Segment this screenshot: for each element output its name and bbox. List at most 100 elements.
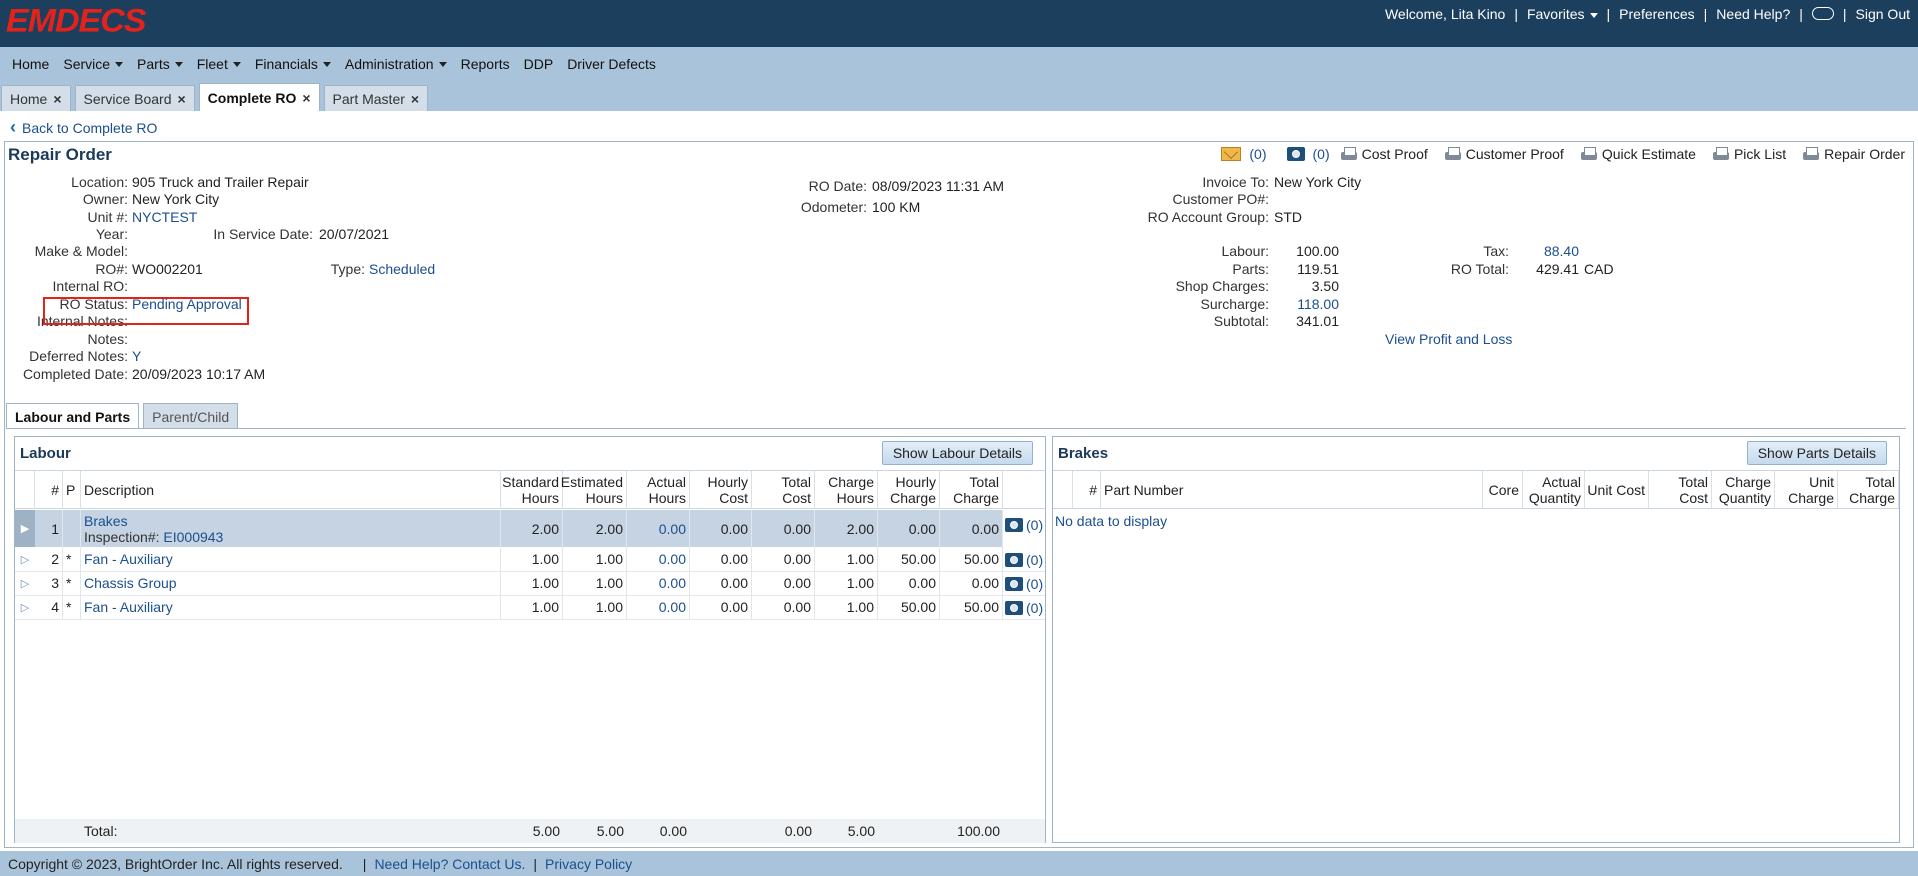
menu-financials[interactable]: Financials	[255, 56, 331, 72]
close-icon[interactable]: ×	[302, 90, 310, 106]
photo-action[interactable]: (0)	[1286, 146, 1330, 162]
col-description[interactable]: Description	[81, 471, 501, 509]
actual-hours-link[interactable]: 0.00	[627, 571, 690, 595]
col-unit-charge[interactable]: Unit Charge	[1775, 471, 1838, 509]
row-description-link[interactable]: Fan - Auxiliary	[81, 595, 501, 619]
col-total-cost[interactable]: Total Cost	[752, 471, 815, 509]
parts-total-label: Parts:	[1232, 261, 1269, 277]
col-standard-hours[interactable]: Standard Hours	[501, 471, 563, 509]
sign-out-link[interactable]: Sign Out	[1856, 6, 1910, 22]
menu-service[interactable]: Service	[63, 56, 124, 72]
inspection-link[interactable]: EI000943	[163, 529, 223, 545]
email-action[interactable]: (0)	[1221, 146, 1267, 162]
repair-order-print-button[interactable]: Repair Order	[1802, 146, 1905, 162]
favorites-menu[interactable]: Favorites	[1527, 6, 1598, 22]
close-icon[interactable]: ×	[177, 91, 185, 107]
cost-proof-button[interactable]: Cost Proof	[1340, 146, 1428, 162]
unit-link[interactable]: NYCTEST	[132, 209, 197, 225]
col-core[interactable]: Core	[1483, 471, 1523, 509]
row-photo-link[interactable]: (0)	[1005, 600, 1043, 616]
charge-hours: 2.00	[815, 510, 878, 547]
menu-administration[interactable]: Administration	[345, 56, 447, 72]
row-description-link[interactable]: Fan - Auxiliary	[81, 547, 501, 571]
customer-proof-button[interactable]: Customer Proof	[1444, 146, 1564, 162]
row-description-link[interactable]: Brakes	[84, 513, 128, 529]
col-estimated-hours[interactable]: Estimated Hours	[561, 471, 627, 509]
divider	[15, 619, 1045, 620]
col-total-charge[interactable]: Total Charge	[1838, 471, 1899, 509]
expand-row-icon[interactable]: ▶	[15, 510, 35, 547]
table-row[interactable]: ▷ 2 * Fan - Auxiliary 1.00 1.00 0.00 0.0…	[15, 547, 1003, 571]
back-link[interactable]: ‹ Back to Complete RO	[10, 117, 157, 138]
col-total-cost[interactable]: Total Cost	[1649, 471, 1712, 509]
tab-part-master[interactable]: Part Master ×	[323, 85, 429, 111]
expand-row-icon[interactable]: ▷	[15, 595, 35, 619]
table-row[interactable]: ▶ 1 Brakes Inspection#: EI000943 2.00 2.…	[15, 510, 1003, 547]
status-highlight	[43, 297, 249, 325]
shop-charges-value: 3.50	[1311, 278, 1339, 294]
photo-count[interactable]: (0)	[1313, 146, 1330, 162]
row-photo-link[interactable]: (0)	[1005, 576, 1043, 592]
ro-date-value: 08/09/2023 11:31 AM	[872, 178, 1005, 194]
expand-row-icon[interactable]: ▷	[15, 547, 35, 571]
need-help-link[interactable]: Need Help?	[1716, 6, 1790, 22]
charge-hours: 1.00	[815, 571, 878, 595]
col-hourly-charge[interactable]: Hourly Charge	[878, 471, 940, 509]
preferences-link[interactable]: Preferences	[1619, 6, 1694, 22]
contact-us-link[interactable]: Need Help? Contact Us.	[374, 856, 525, 872]
actual-hours-link[interactable]: 0.00	[627, 510, 690, 547]
tab-complete-ro[interactable]: Complete RO ×	[198, 83, 320, 111]
row-description-link[interactable]: Chassis Group	[81, 571, 501, 595]
menu-ddp[interactable]: DDP	[524, 56, 554, 72]
back-link-label[interactable]: Back to Complete RO	[22, 120, 157, 136]
total-charge-sum: 100.00	[957, 823, 1000, 839]
close-icon[interactable]: ×	[411, 91, 419, 107]
row-priority: *	[63, 547, 81, 571]
chevron-down-icon	[232, 61, 241, 67]
table-row[interactable]: ▷ 4 * Fan - Auxiliary 1.00 1.00 0.00 0.0…	[15, 595, 1003, 619]
separator: |	[362, 855, 367, 872]
col-part-number[interactable]: Part Number	[1101, 471, 1483, 509]
tab-service-board[interactable]: Service Board ×	[74, 85, 195, 111]
emdecs-logo[interactable]: EMDECS	[6, 2, 146, 38]
col-actual-hours[interactable]: Actual Hours	[627, 471, 690, 509]
col-charge-quantity[interactable]: Charge Quantity	[1712, 471, 1775, 509]
quick-estimate-button[interactable]: Quick Estimate	[1580, 146, 1696, 162]
menu-driver-defects[interactable]: Driver Defects	[567, 56, 656, 72]
table-row[interactable]: ▷ 3 * Chassis Group 1.00 1.00 0.00 0.00 …	[15, 571, 1003, 595]
menu-fleet[interactable]: Fleet	[197, 56, 241, 72]
deferred-notes-link[interactable]: Y	[132, 348, 141, 364]
show-labour-details-button[interactable]: Show Labour Details	[881, 441, 1033, 465]
surcharge-link[interactable]: 118.00	[1297, 296, 1339, 312]
row-photo-link[interactable]: (0)	[1005, 552, 1043, 568]
tab-labour-and-parts[interactable]: Labour and Parts	[6, 403, 140, 429]
actual-hours-link[interactable]: 0.00	[627, 547, 690, 571]
row-number: 3	[35, 571, 63, 595]
pick-list-button[interactable]: Pick List	[1712, 146, 1786, 162]
privacy-policy-link[interactable]: Privacy Policy	[545, 856, 632, 872]
menu-home[interactable]: Home	[12, 56, 49, 72]
ro-number-value: WO002201	[132, 261, 203, 277]
menu-reports[interactable]: Reports	[461, 56, 510, 72]
col-charge-hours[interactable]: Charge Hours	[815, 471, 878, 509]
expand-row-icon[interactable]: ▷	[15, 571, 35, 595]
actual-hours-link[interactable]: 0.00	[627, 595, 690, 619]
account-group-value: STD	[1274, 209, 1302, 225]
camera-icon	[1005, 518, 1023, 532]
chat-icon[interactable]	[1811, 6, 1834, 20]
show-parts-details-button[interactable]: Show Parts Details	[1746, 441, 1887, 465]
col-total-charge[interactable]: Total Charge	[940, 471, 1003, 509]
close-icon[interactable]: ×	[53, 91, 61, 107]
type-link[interactable]: Scheduled	[369, 261, 435, 277]
row-priority: *	[63, 595, 81, 619]
tax-link[interactable]: 88.40	[1544, 243, 1579, 259]
view-profit-loss-link[interactable]: View Profit and Loss	[1385, 331, 1512, 347]
email-count[interactable]: (0)	[1249, 146, 1266, 162]
menu-parts[interactable]: Parts	[137, 56, 183, 72]
col-unit-cost[interactable]: Unit Cost	[1585, 471, 1649, 509]
tab-home[interactable]: Home ×	[1, 85, 71, 111]
tab-parent-child[interactable]: Parent/Child	[143, 403, 239, 429]
row-photo-link[interactable]: (0)	[1005, 517, 1043, 533]
col-actual-quantity[interactable]: Actual Quantity	[1523, 471, 1585, 509]
col-hourly-cost[interactable]: Hourly Cost	[690, 471, 752, 509]
